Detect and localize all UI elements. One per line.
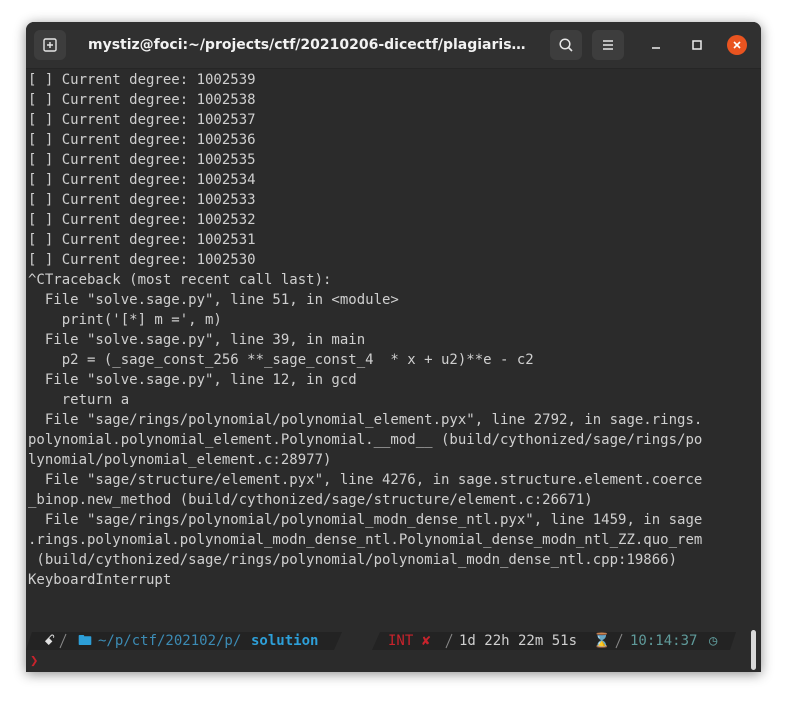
prompt-cursor: ❯ — [30, 653, 39, 669]
command-duration: 1d 22h 22m 51s — [459, 633, 578, 649]
search-button[interactable] — [550, 30, 582, 60]
terminal-line: File "sage/rings/polynomial/polynomial_e… — [28, 412, 703, 428]
terminal-line: [ ] Current degree: 1002539 — [28, 72, 256, 88]
scrollbar-thumb[interactable] — [751, 630, 756, 670]
new-tab-icon — [43, 38, 57, 52]
exit-status-label: INT — [388, 633, 414, 649]
terminal-line: File "sage/rings/polynomial/polynomial_m… — [28, 512, 703, 528]
terminal-line: polynomial.polynomial_element.Polynomial… — [28, 432, 703, 448]
maximize-button[interactable] — [687, 35, 707, 55]
terminal-line: p2 = (_sage_const_256 **_sage_const_4 * … — [28, 352, 534, 368]
terminal-line: [ ] Current degree: 1002533 — [28, 192, 256, 208]
terminal-window: mystiz@foci:~/projects/ctf/20210206-dice… — [26, 22, 761, 672]
terminal-output: [ ] Current degree: 1002539 [ ] Current d… — [28, 70, 702, 590]
terminal-line: (build/cythonized/sage/rings/polynomial/… — [28, 552, 678, 568]
prompt-line: ꗃ 🖿 ~/p/ctf/202102/p/ solution INT ✘ 1d … — [26, 631, 741, 651]
close-icon — [733, 41, 741, 49]
terminal-line: [ ] Current degree: 1002537 — [28, 112, 256, 128]
terminal-line: _binop.new_method (build/cythonized/sage… — [28, 492, 593, 508]
minimize-icon — [652, 47, 660, 49]
terminal-line: print('[*] m =', m) — [28, 312, 222, 328]
menu-button[interactable] — [592, 30, 624, 60]
terminal-line: [ ] Current degree: 1002530 — [28, 252, 256, 268]
search-icon — [559, 38, 573, 52]
prompt-time: 10:14:37 — [630, 633, 698, 649]
folder-icon: 🖿 — [78, 633, 92, 649]
terminal-line: [ ] Current degree: 1002534 — [28, 172, 256, 188]
terminal-line: File "solve.sage.py", line 12, in gcd — [28, 372, 357, 388]
window-title: mystiz@foci:~/projects/ctf/20210206-dice… — [88, 37, 530, 53]
terminal-line: File "sage/structure/element.pyx", line … — [28, 472, 703, 488]
hourglass-icon: ⌛ — [593, 633, 611, 649]
terminal-line: File "solve.sage.py", line 51, in <modul… — [28, 292, 399, 308]
terminal-line: KeyboardInterrupt — [28, 572, 172, 588]
terminal-line: lynomial/polynomial_element.c:28977) — [28, 452, 332, 468]
terminal-line: [ ] Current degree: 1002538 — [28, 92, 256, 108]
terminal-area[interactable]: [ ] Current degree: 1002539 [ ] Current d… — [26, 69, 761, 672]
terminal-line: return a — [28, 392, 130, 408]
prompt-path-current: solution — [251, 633, 319, 649]
prompt-path-prefix: ~/p/ctf/202102/p/ — [98, 633, 242, 649]
terminal-line: [ ] Current degree: 1002532 — [28, 212, 256, 228]
terminal-line: ^CTraceback (most recent call last): — [28, 272, 332, 288]
terminal-line: .rings.polynomial.polynomial_modn_dense_… — [28, 532, 703, 548]
minimize-button[interactable] — [646, 35, 666, 55]
terminal-line: [ ] Current degree: 1002536 — [28, 132, 256, 148]
terminal-line: File "solve.sage.py", line 39, in main — [28, 332, 366, 348]
new-tab-button[interactable] — [34, 30, 66, 60]
exit-status-cross-icon: ✘ — [422, 633, 431, 649]
os-icon: ꗃ — [44, 633, 56, 649]
clock-icon: ◷ — [709, 633, 718, 649]
maximize-icon — [692, 40, 702, 50]
title-bar: mystiz@foci:~/projects/ctf/20210206-dice… — [26, 22, 761, 69]
close-button[interactable] — [727, 35, 747, 55]
terminal-line: [ ] Current degree: 1002535 — [28, 152, 256, 168]
hamburger-menu-icon — [603, 40, 613, 50]
terminal-line: [ ] Current degree: 1002531 — [28, 232, 256, 248]
